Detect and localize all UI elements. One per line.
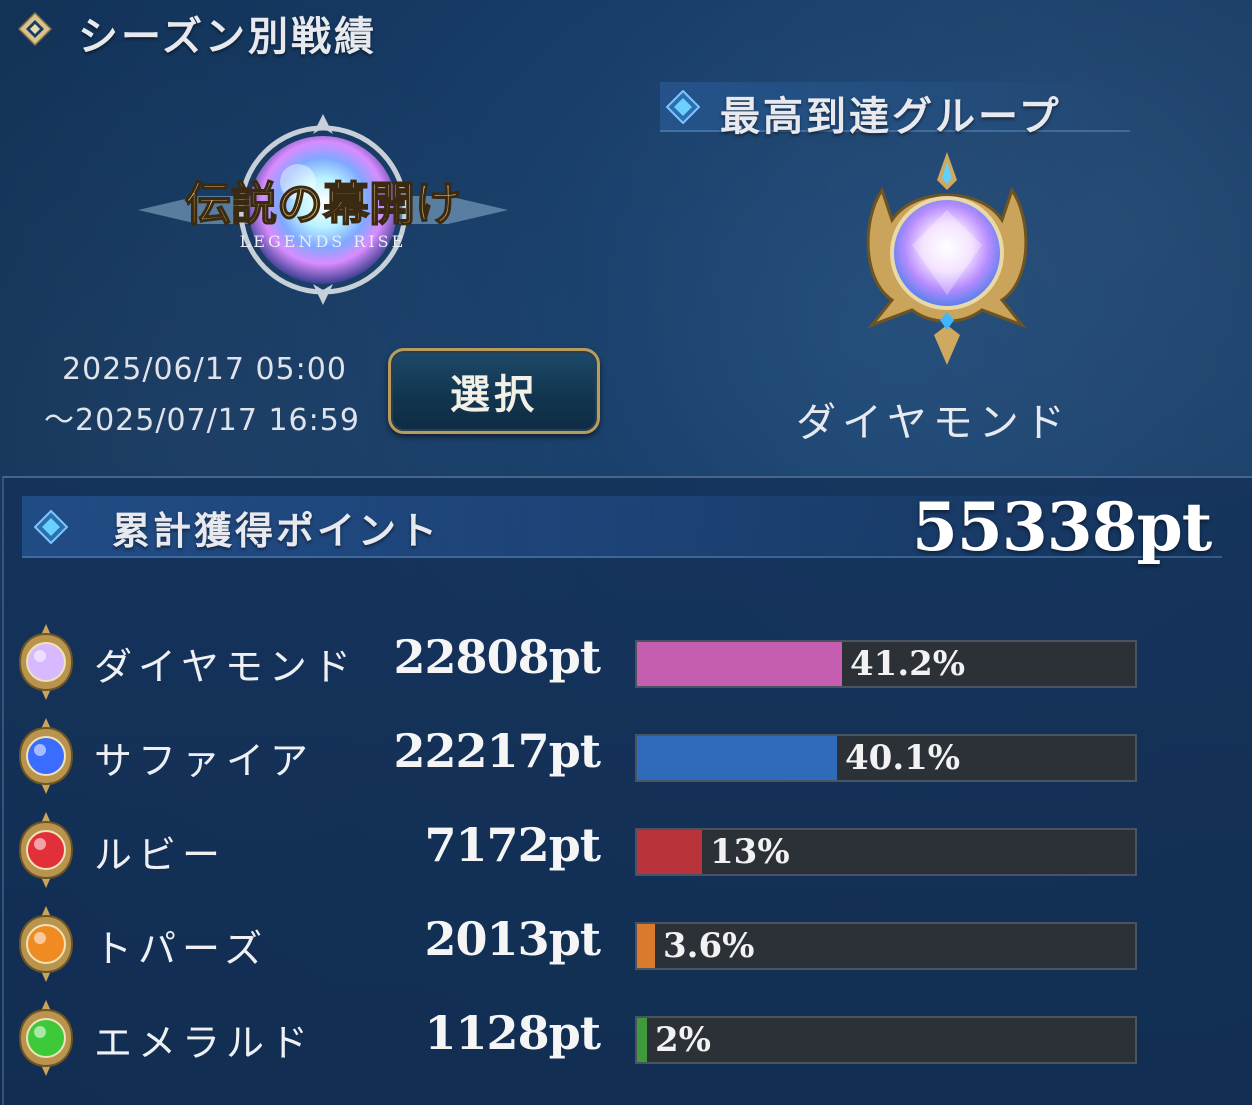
percentage-label: 2% xyxy=(655,1020,711,1060)
gem-row: エメラルド 1128pt 2% xyxy=(0,998,1252,1078)
gem-name: サファイア xyxy=(94,739,315,783)
percentage-bar-fill xyxy=(637,924,655,968)
percentage-bar-fill xyxy=(637,1018,647,1062)
percentage-bar: 3.6% xyxy=(635,922,1137,970)
ruby-gem-icon xyxy=(18,812,74,888)
percentage-label: 13% xyxy=(710,832,790,872)
season-logo: 伝説の幕開け LEGENDS RISE xyxy=(138,114,508,305)
season-logo-text: 伝説の幕開け xyxy=(185,177,461,231)
diamond-rank-emblem-icon xyxy=(866,152,1028,365)
gem-name: エメラルド xyxy=(94,1021,315,1065)
percentage-bar: 40.1% xyxy=(635,734,1137,782)
diamond-gem-icon xyxy=(18,624,74,700)
gem-name: ダイヤモンド xyxy=(94,645,357,689)
percentage-bar: 2% xyxy=(635,1016,1137,1064)
gem-points-value: 22217pt xyxy=(393,724,601,778)
percentage-bar-fill xyxy=(637,642,842,686)
gem-points-value: 22808pt xyxy=(393,630,601,684)
percentage-bar: 13% xyxy=(635,828,1137,876)
topaz-gem-icon xyxy=(18,906,74,982)
gem-row: ルビー 7172pt 13% xyxy=(0,810,1252,890)
season-start-date: 2025/06/17 05:00 xyxy=(62,352,347,387)
gem-row: サファイア 22217pt 40.1% xyxy=(0,716,1252,796)
season-end-date: ～2025/07/17 16:59 xyxy=(44,403,360,438)
gem-row: トパーズ 2013pt 3.6% xyxy=(0,904,1252,984)
percentage-label: 40.1% xyxy=(845,738,961,778)
highest-group-title: 最高到達グループ xyxy=(720,94,1062,140)
emerald-gem-icon xyxy=(18,1000,74,1076)
percentage-bar-fill xyxy=(637,736,837,780)
season-logo-subtext: LEGENDS RISE xyxy=(240,232,407,251)
season-select-button[interactable]: 選択 xyxy=(388,348,600,434)
gem-name: トパーズ xyxy=(94,927,269,971)
diamond-bullet-icon xyxy=(666,90,700,124)
gem-points-value: 7172pt xyxy=(424,818,601,872)
gem-row: ダイヤモンド 22808pt 41.2% xyxy=(0,622,1252,702)
sapphire-gem-icon xyxy=(18,718,74,794)
percentage-bar: 41.2% xyxy=(635,640,1137,688)
percentage-label: 41.2% xyxy=(850,644,966,684)
gem-points-value: 2013pt xyxy=(424,912,601,966)
season-section-title: シーズン別戦績 xyxy=(78,14,377,60)
highest-group-name: ダイヤモンド xyxy=(796,400,1071,446)
diamond-bullet-icon xyxy=(34,510,68,544)
diamond-bullet-icon xyxy=(18,12,52,46)
gem-points-value: 1128pt xyxy=(424,1006,601,1060)
percentage-label: 3.6% xyxy=(663,926,755,966)
percentage-bar-fill xyxy=(637,830,702,874)
gem-name: ルビー xyxy=(94,833,227,877)
total-points-title: 累計獲得ポイント xyxy=(112,509,441,553)
total-points-value: 55338pt xyxy=(912,488,1212,566)
